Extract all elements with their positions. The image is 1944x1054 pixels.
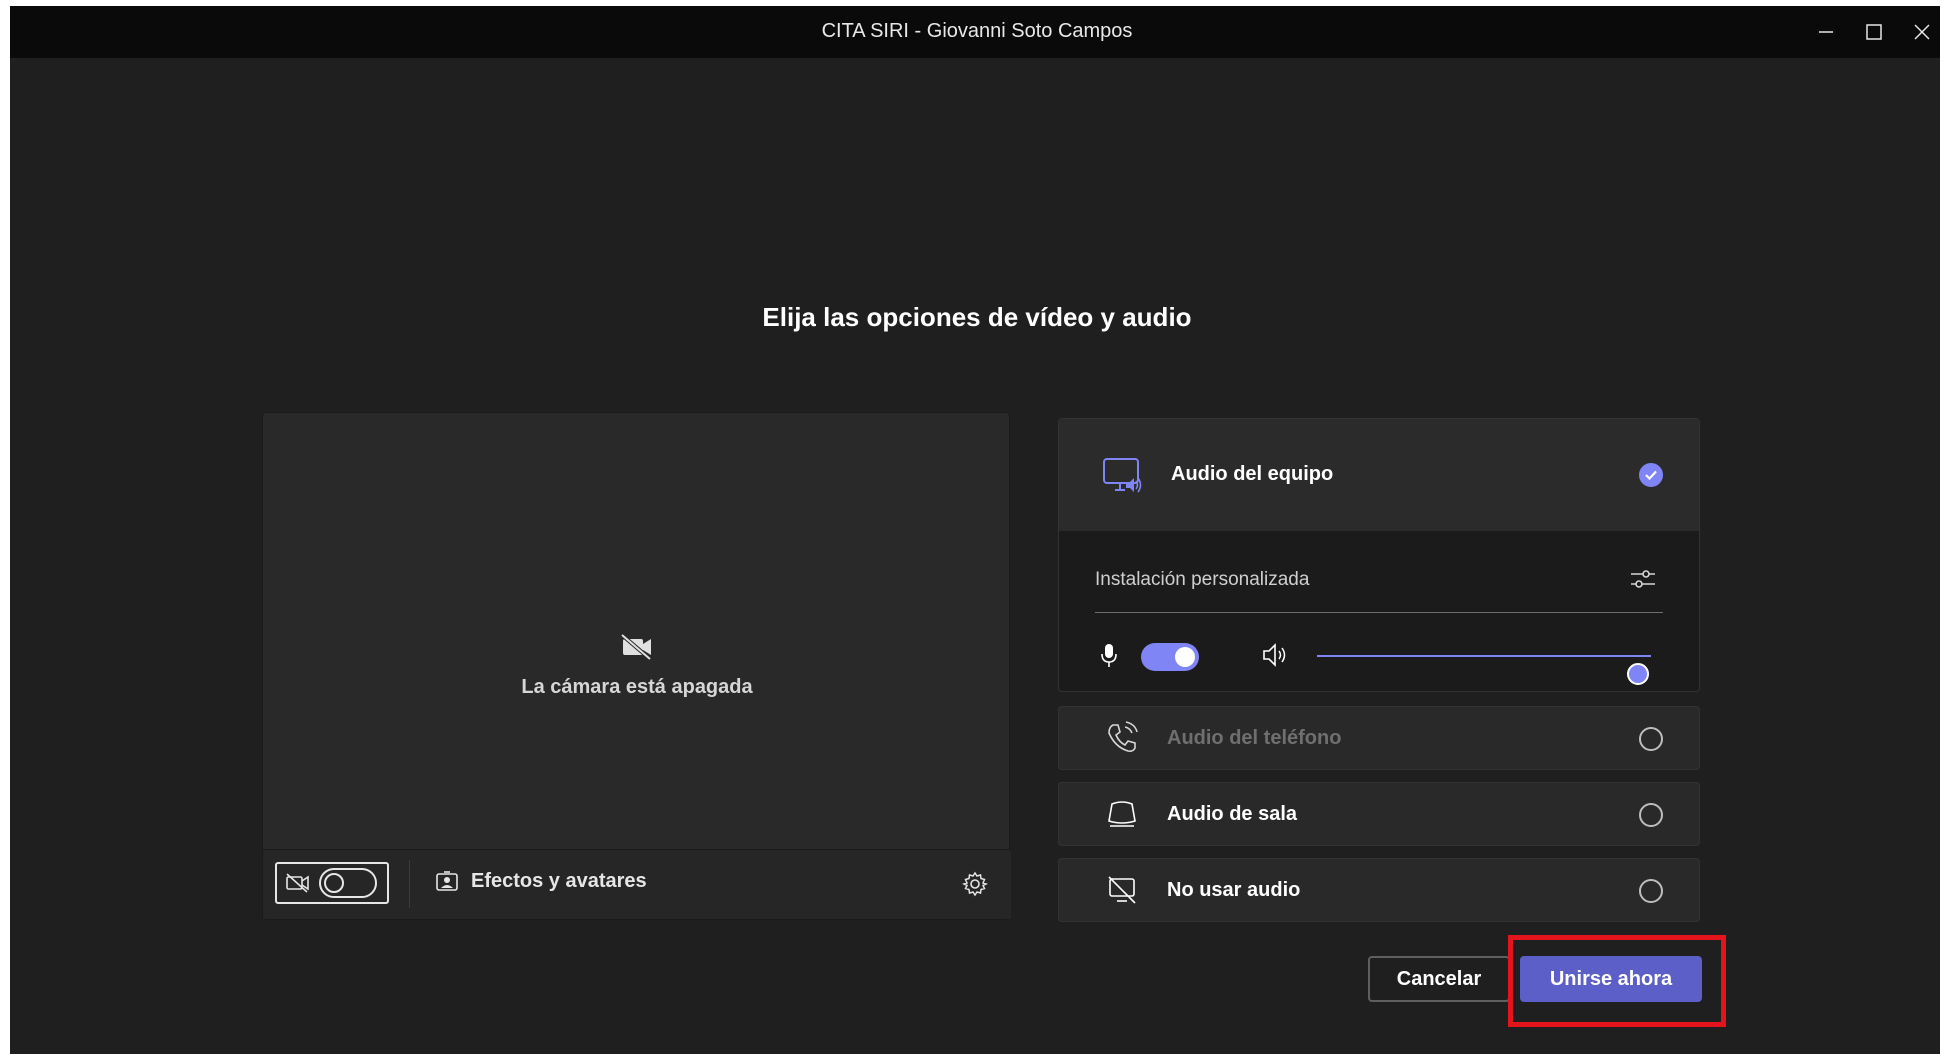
- volume-slider[interactable]: [1317, 655, 1651, 685]
- volume-slider-thumb[interactable]: [1627, 663, 1649, 685]
- cancel-button[interactable]: Cancelar: [1368, 956, 1510, 1002]
- no-audio-radio[interactable]: [1639, 879, 1663, 903]
- window-title: CITA SIRI - Giovanni Soto Campos: [821, 20, 1133, 42]
- divider: [409, 860, 410, 908]
- audio-settings-button[interactable]: [1627, 563, 1659, 595]
- room-device-icon: [1108, 801, 1136, 827]
- no-audio-label: No usar audio: [1167, 879, 1301, 901]
- camera-toggle[interactable]: [275, 862, 389, 904]
- computer-audio-option[interactable]: Audio del equipo: [1059, 419, 1699, 531]
- microphone-icon: [1101, 644, 1117, 667]
- no-audio-icon-wrap: [1101, 869, 1143, 911]
- maximize-button[interactable]: [1852, 14, 1896, 50]
- minimize-button[interactable]: [1804, 14, 1848, 50]
- phone-icon: [1108, 721, 1138, 752]
- divider: [1095, 612, 1663, 613]
- video-controls-bar: Efectos y avatares: [263, 849, 1011, 919]
- title-bar: CITA SIRI - Giovanni Soto Campos: [10, 6, 1944, 58]
- effects-label: Efectos y avatares: [471, 870, 647, 892]
- camera-off-icon: [286, 873, 309, 893]
- checkmark-icon: [1645, 470, 1657, 481]
- phone-audio-radio: [1639, 727, 1663, 751]
- mic-speaker-row: [1095, 637, 1663, 685]
- close-button[interactable]: [1900, 14, 1944, 50]
- camera-off-icon: [620, 633, 652, 661]
- computer-audio-icon: [1103, 458, 1142, 493]
- no-audio-icon: [1108, 876, 1136, 904]
- minimize-icon: [1819, 31, 1833, 33]
- room-audio-option[interactable]: Audio de sala: [1058, 782, 1700, 846]
- room-audio-radio[interactable]: [1639, 803, 1663, 827]
- computer-audio-label: Audio del equipo: [1171, 463, 1334, 485]
- page-title: Elija las opciones de vídeo y audio: [762, 302, 1192, 332]
- computer-audio-panel: Audio del equipo Instalación personaliza…: [1058, 418, 1700, 692]
- room-icon-wrap: [1101, 793, 1143, 835]
- mic-toggle[interactable]: [1141, 643, 1199, 671]
- close-icon: [1914, 24, 1930, 40]
- phone-audio-option: Audio del teléfono: [1058, 706, 1700, 770]
- phone-audio-label: Audio del teléfono: [1167, 727, 1342, 749]
- custom-setup-label: Instalación personalizada: [1095, 569, 1310, 590]
- device-settings-button[interactable]: [961, 870, 989, 898]
- speaker-icon: [1263, 643, 1286, 667]
- camera-switch[interactable]: [319, 868, 377, 898]
- camera-off-label: La cámara está apagada: [521, 676, 753, 698]
- highlight-box: [1508, 935, 1726, 1027]
- meeting-window: CITA SIRI - Giovanni Soto Campos Elija l…: [10, 6, 1944, 1054]
- computer-audio-radio[interactable]: [1639, 463, 1663, 487]
- computer-audio-icon-wrap: [1101, 455, 1143, 497]
- effects-avatars-button[interactable]: Efectos y avatares: [435, 870, 647, 893]
- phone-icon-wrap: [1101, 717, 1143, 759]
- sliders-icon: [1631, 570, 1655, 588]
- room-audio-label: Audio de sala: [1167, 803, 1298, 825]
- screen-edge: [1940, 6, 1944, 1054]
- gear-icon: [962, 871, 988, 897]
- video-preview: La cámara está apagada Efectos y avatare…: [262, 412, 1011, 920]
- maximize-icon: [1866, 24, 1882, 40]
- effects-icon: [436, 870, 458, 891]
- no-audio-option[interactable]: No usar audio: [1058, 858, 1700, 922]
- camera-off-message: La cámara está apagada: [263, 633, 1011, 699]
